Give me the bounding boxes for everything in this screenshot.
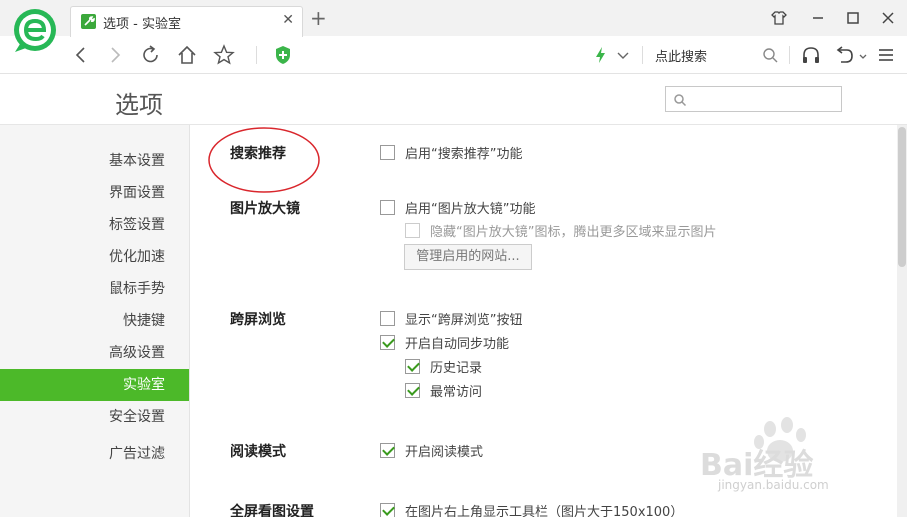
toolbar: 点此搜索 — [0, 36, 907, 74]
home-icon[interactable] — [176, 44, 198, 66]
minimize-icon[interactable] — [808, 8, 828, 28]
section-title-fullscreen-image: 全屏看图设置 — [230, 504, 314, 517]
sidebar-item-advanced[interactable]: 高级设置 — [0, 337, 189, 369]
menu-icon[interactable] — [875, 44, 897, 66]
sidebar-item-shortcuts[interactable]: 快捷键 — [0, 305, 189, 337]
option-label: 开启自动同步功能 — [405, 337, 510, 352]
option-label: 启用“搜索推荐”功能 — [405, 147, 523, 162]
skin-icon[interactable] — [769, 8, 789, 28]
back-icon[interactable] — [70, 44, 92, 66]
option-sync-history[interactable]: 历史记录 — [405, 357, 482, 376]
sidebar-item-optimize[interactable]: 优化加速 — [0, 241, 189, 273]
section-title-image-zoom: 图片放大镜 — [230, 201, 300, 217]
option-label: 在图片右上角显示工具栏（图片大于150x100） — [405, 505, 684, 517]
option-label: 开启阅读模式 — [405, 445, 484, 460]
option-image-zoom[interactable]: 启用“图片放大镜”功能 — [380, 198, 535, 217]
scrollbar-thumb[interactable] — [898, 127, 906, 267]
chevron-down-icon[interactable] — [852, 44, 874, 66]
option-label: 启用“图片放大镜”功能 — [405, 202, 536, 217]
search-icon[interactable] — [759, 44, 781, 66]
sidebar-item-tabs[interactable]: 标签设置 — [0, 209, 189, 241]
forward-icon[interactable] — [104, 44, 126, 66]
sidebar-item-adblock[interactable]: 广告过滤 — [0, 438, 189, 470]
chevron-down-icon[interactable] — [612, 44, 634, 66]
section-title-cross-screen: 跨屏浏览 — [230, 312, 286, 328]
option-label: 隐藏“图片放大镜”图标，腾出更多区域来显示图片 — [430, 225, 717, 240]
tab-title: 选项 - 实验室 — [103, 17, 181, 32]
scrollbar[interactable] — [897, 125, 907, 517]
page-title: 选项 — [115, 91, 163, 119]
checkbox[interactable] — [405, 223, 420, 238]
tab-close-icon[interactable]: ✕ — [282, 12, 294, 28]
option-show-cross-screen[interactable]: 显示“跨屏浏览”按钮 — [380, 309, 522, 328]
sidebar-item-mouse-gesture[interactable]: 鼠标手势 — [0, 273, 189, 305]
checkbox[interactable] — [380, 200, 395, 215]
option-sync-most-visited[interactable]: 最常访问 — [405, 381, 482, 400]
checkbox[interactable] — [380, 311, 395, 326]
shield-icon[interactable] — [272, 44, 294, 66]
checkbox[interactable] — [380, 145, 395, 160]
options-header: 选项 — [0, 74, 907, 125]
refresh-icon[interactable] — [140, 44, 162, 66]
search-icon — [674, 94, 687, 107]
annotation-ellipse — [208, 127, 320, 193]
sidebar-item-lab[interactable]: 实验室 — [0, 369, 189, 401]
tab-options[interactable]: 选项 - 实验室 ✕ — [70, 6, 303, 37]
checkbox[interactable] — [380, 503, 395, 517]
wrench-icon — [81, 14, 96, 29]
option-reading-mode[interactable]: 开启阅读模式 — [380, 441, 483, 460]
option-fullscreen-toolbar[interactable]: 在图片右上角显示工具栏（图片大于150x100） — [380, 501, 683, 517]
sidebar-item-basic[interactable]: 基本设置 — [0, 145, 189, 177]
star-icon[interactable] — [213, 44, 235, 66]
option-label: 最常访问 — [430, 385, 483, 400]
option-hide-zoom-icon[interactable]: 隐藏“图片放大镜”图标，腾出更多区域来显示图片 — [405, 221, 716, 240]
toolbar-separator — [256, 46, 257, 64]
checkbox[interactable] — [380, 443, 395, 458]
sidebar-item-interface[interactable]: 界面设置 — [0, 177, 189, 209]
search-input[interactable]: 点此搜索 — [655, 46, 707, 65]
option-search-suggest[interactable]: 启用“搜索推荐”功能 — [380, 143, 522, 162]
sidebar-item-security[interactable]: 安全设置 — [0, 401, 189, 433]
checkbox[interactable] — [405, 383, 420, 398]
headphones-icon[interactable] — [800, 44, 822, 66]
option-label: 显示“跨屏浏览”按钮 — [405, 313, 523, 328]
options-search-input[interactable] — [665, 86, 842, 112]
section-title-reading-mode: 阅读模式 — [230, 444, 286, 460]
checkbox[interactable] — [380, 335, 395, 350]
checkbox[interactable] — [405, 359, 420, 374]
option-label: 历史记录 — [430, 361, 483, 376]
watermark-url: jingyan.baidu.com — [718, 478, 829, 492]
sidebar: 基本设置 界面设置 标签设置 优化加速 鼠标手势 快捷键 高级设置 实验室 安全… — [0, 125, 190, 517]
toolbar-separator — [789, 46, 790, 64]
new-tab-button[interactable]: + — [310, 8, 327, 28]
manage-sites-button[interactable]: 管理启用的网站... — [404, 244, 532, 270]
toolbar-separator — [642, 46, 643, 64]
browser-logo-icon — [14, 9, 56, 52]
lightning-icon[interactable] — [590, 44, 612, 66]
close-window-icon[interactable] — [878, 8, 898, 28]
option-auto-sync[interactable]: 开启自动同步功能 — [380, 333, 509, 352]
maximize-icon[interactable] — [843, 8, 863, 28]
